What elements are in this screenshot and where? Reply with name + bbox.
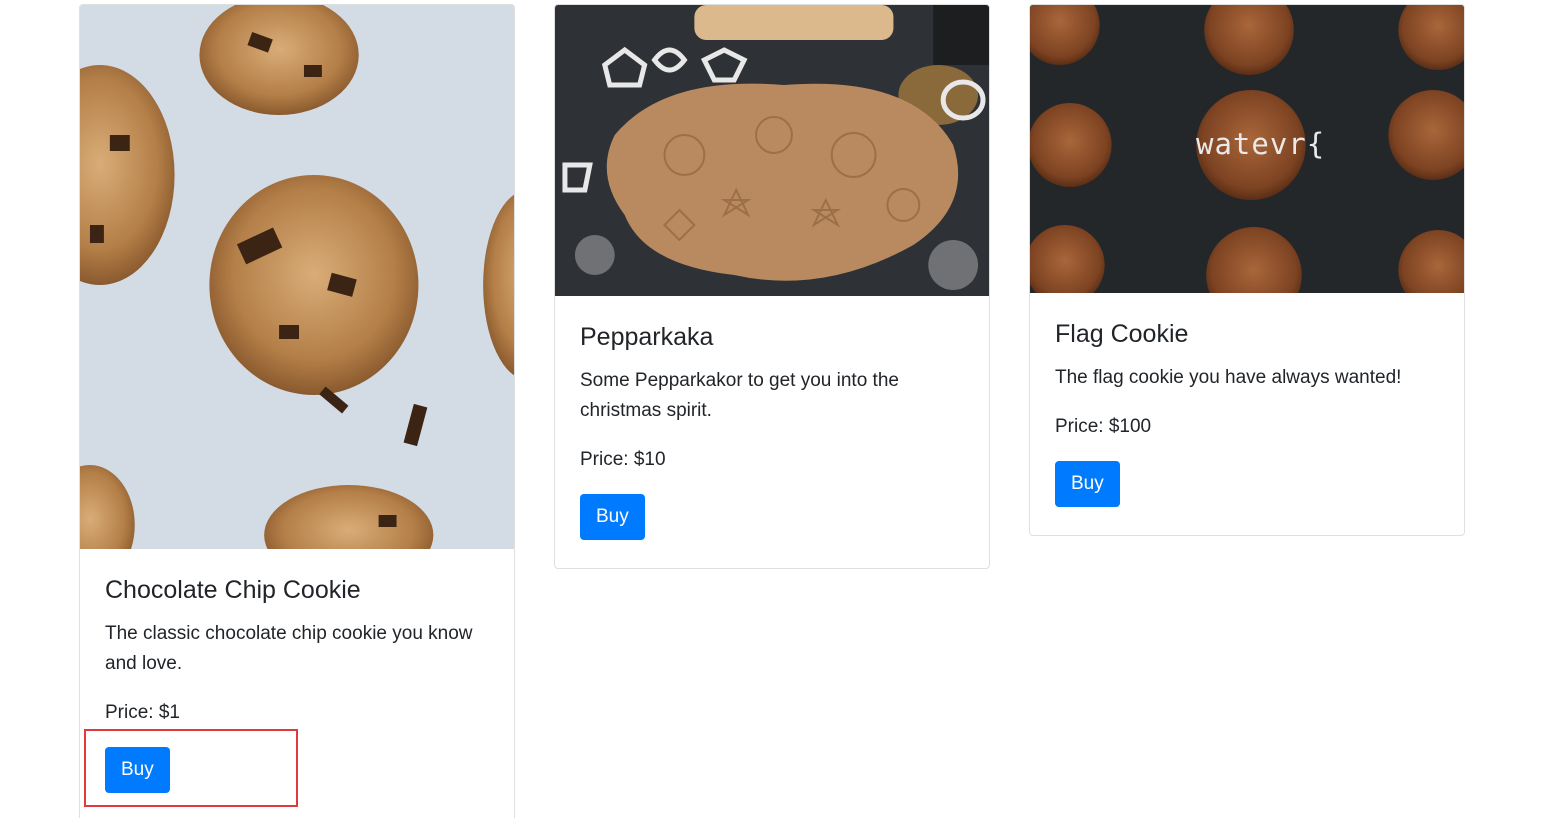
product-card-flag-cookie: watevr{ Flag Cookie The flag cookie you … bbox=[1029, 4, 1465, 536]
product-card-chocolate-chip: Chocolate Chip Cookie The classic chocol… bbox=[79, 4, 515, 818]
product-image-chocolate-chip bbox=[80, 5, 514, 549]
product-price: Price: $1 bbox=[105, 702, 180, 723]
buy-button-flag-cookie[interactable]: Buy bbox=[1055, 461, 1120, 507]
card-body: Chocolate Chip Cookie The classic chocol… bbox=[80, 549, 514, 793]
product-card-pepparkaka: Pepparkaka Some Pepparkakor to get you i… bbox=[554, 4, 990, 569]
card-body: Flag Cookie The flag cookie you have alw… bbox=[1030, 293, 1464, 507]
product-price: Price: $100 bbox=[1055, 416, 1152, 437]
product-image-pepparkaka bbox=[555, 5, 989, 296]
product-description: The flag cookie you have always wanted! bbox=[1055, 367, 1402, 388]
product-price: Price: $10 bbox=[580, 449, 666, 470]
card-body: Pepparkaka Some Pepparkakor to get you i… bbox=[555, 296, 989, 540]
product-description: Some Pepparkakor to get you into the chr… bbox=[580, 370, 899, 421]
product-title: Flag Cookie bbox=[1055, 320, 1189, 348]
product-image-flag-cookie: watevr{ bbox=[1030, 5, 1464, 293]
buy-button-pepparkaka[interactable]: Buy bbox=[580, 494, 645, 540]
product-description: The classic chocolate chip cookie you kn… bbox=[105, 623, 473, 674]
shop-page: Chocolate Chip Cookie The classic chocol… bbox=[0, 0, 1550, 818]
product-title: Pepparkaka bbox=[580, 323, 714, 351]
buy-button-chocolate-chip[interactable]: Buy bbox=[105, 747, 170, 793]
image-overlay-text: watevr{ bbox=[1196, 127, 1326, 161]
product-title: Chocolate Chip Cookie bbox=[105, 576, 361, 604]
